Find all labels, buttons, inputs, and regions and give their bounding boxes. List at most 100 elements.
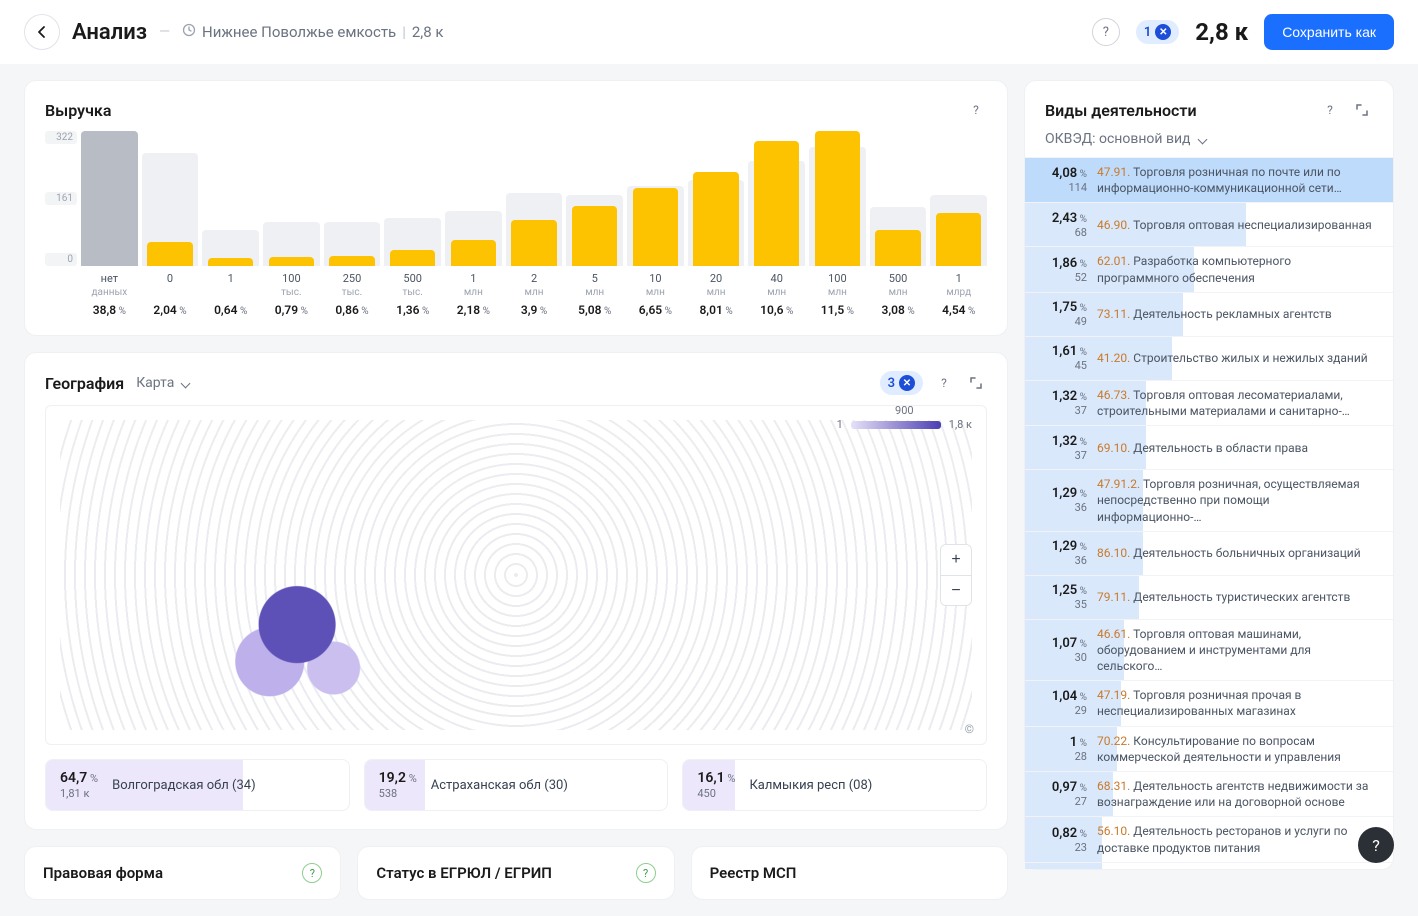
chart-pct-label: 8,01 % (688, 303, 745, 317)
geography-pills: 64,7 %1,81 кВолгоградская обл (34) 19,2 %… (45, 759, 987, 811)
geography-pill[interactable]: 64,7 %1,81 кВолгоградская обл (34) (45, 759, 350, 811)
revenue-help-icon[interactable]: ? (965, 99, 987, 121)
activity-row[interactable]: 1,29 %3647.91.2. Торговля розничная, осу… (1025, 469, 1393, 531)
revenue-title: Выручка (45, 101, 111, 120)
activity-row[interactable]: 0,82 %2356.10. Деятельность ресторанов и… (1025, 816, 1393, 861)
chart-pct-label: 0,79 % (263, 303, 320, 317)
activities-card: Виды деятельности ? ОКВЭД: основной вид … (1024, 80, 1394, 870)
activities-help-icon[interactable]: ? (1319, 99, 1341, 121)
chart-bar[interactable] (627, 131, 684, 266)
chart-x-label: 2млн (506, 272, 563, 299)
expand-icon[interactable] (1351, 99, 1373, 121)
chart-bar[interactable] (445, 131, 502, 266)
header-filter-chip[interactable]: 1 ✕ (1136, 20, 1179, 44)
breadcrumb-count: 2,8 к (412, 23, 444, 41)
activities-subtitle: ОКВЭД: основной вид (1045, 131, 1191, 147)
map-silhouette (60, 420, 972, 730)
msp-card[interactable]: Реестр МСП (691, 846, 1008, 900)
geography-pill[interactable]: 16,1 %450Калмыкия респ (08) (682, 759, 987, 811)
map-copyright-icon: © (965, 722, 974, 736)
chart-bar[interactable] (809, 131, 866, 266)
filter-chip-clear-icon[interactable]: ✕ (899, 375, 915, 391)
arrow-left-icon (34, 24, 50, 40)
chart-x-label: 250тыс. (324, 272, 381, 299)
chart-x-label: 0 (142, 272, 199, 299)
chart-bar[interactable] (930, 131, 987, 266)
activity-row[interactable]: 1,86 %5262.01. Разработка компьютерного … (1025, 246, 1393, 291)
right-column: Виды деятельности ? ОКВЭД: основной вид … (1024, 80, 1394, 870)
breadcrumb-text: Нижнее Поволжье емкость (202, 23, 396, 41)
msp-title: Реестр МСП (710, 864, 797, 882)
activities-title: Виды деятельности (1045, 101, 1197, 120)
geography-title: География (45, 374, 124, 393)
revenue-chart[interactable]: 322 161 0 (45, 131, 987, 266)
main-content: Выручка ? 322 161 0 нетданных01100тыс.25… (0, 64, 1418, 916)
activity-row[interactable]: 1,25 %3579.11. Деятельность туристически… (1025, 575, 1393, 619)
chart-bar[interactable] (384, 131, 441, 266)
chart-bar[interactable] (566, 131, 623, 266)
chart-pct-label: 0,64 % (202, 303, 259, 317)
chart-pct-label: 2,04 % (142, 303, 199, 317)
status-title: Статус в ЕГРЮЛ / ЕГРИП (376, 864, 552, 882)
activity-row[interactable]: 0,82 %2362.09. Деятельность, связанная с… (1025, 862, 1393, 869)
activity-row[interactable]: 1,04 %2947.19. Торговля розничная прочая… (1025, 680, 1393, 725)
help-button[interactable]: ? (1092, 18, 1120, 46)
legal-form-title: Правовая форма (43, 864, 163, 882)
activity-row[interactable]: 4,08 %11447.91. Торговля розничная по по… (1025, 157, 1393, 202)
legal-form-card[interactable]: Правовая форма ? (24, 846, 341, 900)
geography-filter-chip[interactable]: 3 ✕ (880, 371, 923, 395)
legend-gradient (851, 421, 941, 429)
status-card[interactable]: Статус в ЕГРЮЛ / ЕГРИП ? (357, 846, 674, 900)
activity-row[interactable]: 2,43 %6846.90. Торговля оптовая неспециа… (1025, 202, 1393, 246)
header-right: ? 1 ✕ 2,8 к Сохранить как (1092, 14, 1394, 50)
chart-bar[interactable] (263, 131, 320, 266)
chart-x-label: 1 (202, 272, 259, 299)
history-icon (182, 23, 196, 41)
activity-row[interactable]: 1 %2870.22. Консультирование по вопросам… (1025, 726, 1393, 771)
chart-bar[interactable] (688, 131, 745, 266)
activities-mode-select[interactable]: ОКВЭД: основной вид (1045, 131, 1373, 147)
chart-bar[interactable] (324, 131, 381, 266)
chart-pct-label: 11,5 % (809, 303, 866, 317)
activity-row[interactable]: 1,32 %3746.73. Торговля оптовая лесомате… (1025, 380, 1393, 425)
map-canvas[interactable]: 1 900 1,8 к + − © (45, 405, 987, 745)
y-tick: 161 (45, 192, 77, 205)
chart-bar[interactable] (81, 131, 138, 266)
y-tick: 322 (45, 131, 77, 144)
chart-bar[interactable] (506, 131, 563, 266)
chart-pct-label: 0,86 % (324, 303, 381, 317)
back-button[interactable] (24, 14, 60, 50)
chart-bar[interactable] (870, 131, 927, 266)
legal-form-help-icon[interactable]: ? (302, 863, 322, 883)
map-zoom-in[interactable]: + (941, 545, 971, 575)
mini-cards-row: Правовая форма ? Статус в ЕГРЮЛ / ЕГРИП … (24, 846, 1008, 900)
geography-filter-count: 3 (888, 376, 895, 391)
geography-mode-select[interactable]: Карта (136, 375, 189, 391)
save-as-button[interactable]: Сохранить как (1264, 14, 1394, 50)
chart-bar[interactable] (748, 131, 805, 266)
status-help-icon[interactable]: ? (636, 863, 656, 883)
chart-x-label: 100тыс. (263, 272, 320, 299)
activity-row[interactable]: 1,75 %4973.11. Деятельность рекламных аг… (1025, 292, 1393, 336)
activity-row[interactable]: 1,07 %3046.61. Торговля оптовая машинами… (1025, 619, 1393, 681)
geography-pill[interactable]: 19,2 %538Астраханская обл (30) (364, 759, 669, 811)
geography-card: География Карта 3 ✕ ? (24, 352, 1008, 830)
activity-row[interactable]: 1,61 %4541.20. Строительство жилых и неж… (1025, 336, 1393, 380)
chart-x-label: 500тыс. (384, 272, 441, 299)
chart-pct-label: 3,9 % (506, 303, 563, 317)
geography-mode-label: Карта (136, 375, 174, 391)
breadcrumb[interactable]: Нижнее Поволжье емкость | 2,8 к (182, 23, 444, 41)
chart-x-label: нетданных (81, 272, 138, 299)
activity-row[interactable]: 1,32 %3769.10. Деятельность в области пр… (1025, 425, 1393, 469)
chart-bar[interactable] (202, 131, 259, 266)
chart-y-axis: 322 161 0 (45, 131, 77, 266)
filter-chip-clear-icon[interactable]: ✕ (1155, 24, 1171, 40)
map-zoom-out[interactable]: − (941, 575, 971, 605)
expand-icon[interactable] (965, 372, 987, 394)
legend-min: 1 (837, 418, 843, 431)
chart-pct-label: 4,54 % (930, 303, 987, 317)
activity-row[interactable]: 1,29 %3686.10. Деятельность больничных о… (1025, 531, 1393, 575)
geography-help-icon[interactable]: ? (933, 372, 955, 394)
activity-row[interactable]: 0,97 %2768.31. Деятельность агентств нед… (1025, 771, 1393, 816)
chart-bar[interactable] (142, 131, 199, 266)
